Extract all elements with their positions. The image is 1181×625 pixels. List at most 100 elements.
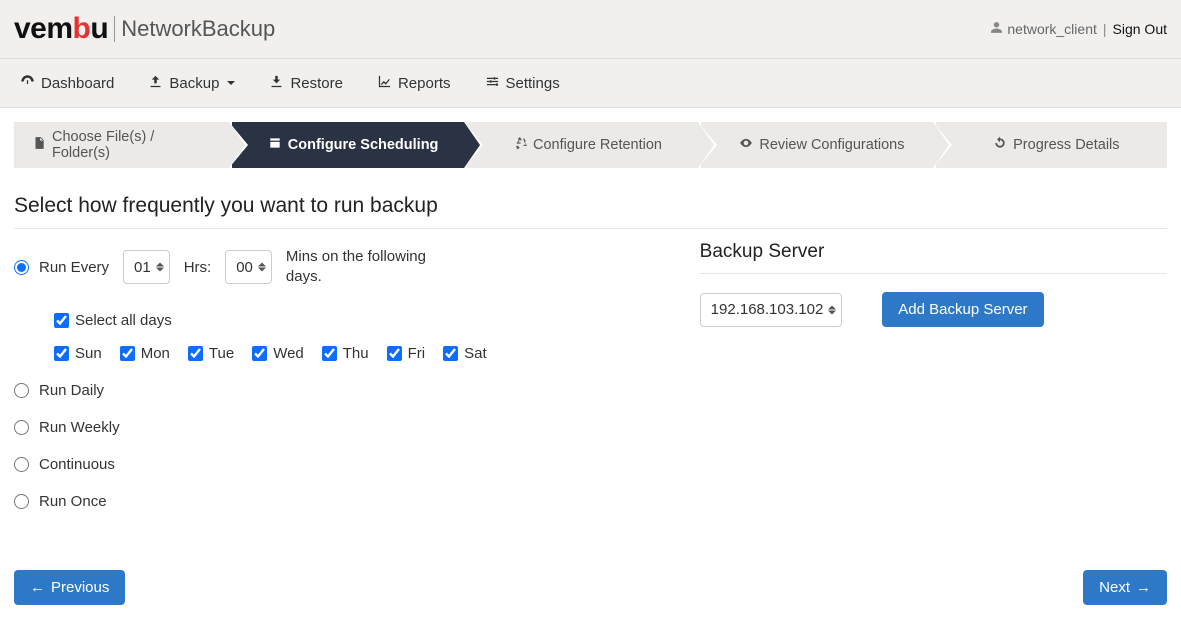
mins-value: 00 [236, 259, 253, 276]
continuous-label: Continuous [39, 456, 115, 473]
checkbox-select-all[interactable] [54, 313, 69, 328]
option-run-daily[interactable]: Run Daily [14, 372, 660, 409]
radio-continuous[interactable] [14, 457, 29, 472]
day-fri[interactable]: Fri [387, 345, 426, 362]
option-run-every[interactable]: Run Every [14, 249, 109, 286]
radio-run-weekly[interactable] [14, 420, 29, 435]
step-progress-details[interactable]: Progress Details [936, 122, 1167, 168]
calendar-icon [268, 136, 282, 154]
spinner-icon [258, 263, 266, 272]
step-choose-files[interactable]: Choose File(s) / Folder(s) [14, 122, 229, 168]
user-divider: | [1103, 21, 1107, 37]
backup-server-value: 192.168.103.102 [711, 301, 824, 318]
day-sun-label: Sun [75, 345, 102, 362]
hrs-label: Hrs: [184, 259, 212, 276]
checkbox-sun[interactable] [54, 346, 69, 361]
mins-select[interactable]: 00 [225, 250, 272, 284]
step-retention-label: Configure Retention [533, 137, 662, 153]
run-once-label: Run Once [39, 493, 107, 510]
file-icon [32, 136, 46, 154]
sliders-icon [485, 74, 500, 93]
chart-icon [377, 74, 392, 93]
checkbox-tue[interactable] [188, 346, 203, 361]
step-configure-scheduling[interactable]: Configure Scheduling [232, 122, 463, 168]
day-thu-label: Thu [343, 345, 369, 362]
radio-run-every[interactable] [14, 260, 29, 275]
add-backup-server-label: Add Backup Server [898, 301, 1027, 318]
checkbox-mon[interactable] [120, 346, 135, 361]
nav-reports-label: Reports [398, 75, 451, 92]
day-sat[interactable]: Sat [443, 345, 487, 362]
checkbox-wed[interactable] [252, 346, 267, 361]
day-thu[interactable]: Thu [322, 345, 369, 362]
previous-button[interactable]: ← Previous [14, 570, 125, 605]
radio-run-once[interactable] [14, 494, 29, 509]
schedule-panel: Run Every 01 Hrs: 00 Mins on the followi… [14, 241, 660, 520]
option-continuous[interactable]: Continuous [14, 446, 660, 483]
refresh-icon [993, 136, 1007, 154]
hours-select[interactable]: 01 [123, 250, 170, 284]
username-label: network_client [1007, 21, 1097, 37]
logo[interactable]: vembu NetworkBackup [14, 12, 275, 46]
step-configure-retention[interactable]: Configure Retention [467, 122, 698, 168]
nav-reports[interactable]: Reports [371, 66, 457, 101]
spinner-icon [156, 263, 164, 272]
wizard-steps: Choose File(s) / Folder(s) Configure Sch… [0, 108, 1181, 168]
logo-divider [114, 16, 115, 42]
checkbox-sat[interactable] [443, 346, 458, 361]
arrow-right-icon: → [1136, 579, 1151, 596]
user-icon [990, 21, 1003, 37]
mins-text: Mins on the following days. [286, 247, 436, 288]
step-choose-label: Choose File(s) / Folder(s) [52, 129, 205, 161]
day-mon-label: Mon [141, 345, 170, 362]
arrow-left-icon: ← [30, 579, 45, 596]
day-mon[interactable]: Mon [120, 345, 170, 362]
backup-server-title: Backup Server [700, 241, 1167, 274]
select-all-days[interactable]: Select all days [54, 312, 172, 329]
next-button[interactable]: Next → [1083, 570, 1167, 605]
nav-backup[interactable]: Backup [142, 66, 241, 101]
topbar: vembu NetworkBackup network_client | Sig… [0, 0, 1181, 59]
previous-label: Previous [51, 579, 109, 596]
nav-dashboard-label: Dashboard [41, 75, 114, 92]
nav-settings[interactable]: Settings [479, 66, 566, 101]
nav-dashboard[interactable]: Dashboard [14, 66, 120, 101]
logo-text: vembu [14, 12, 108, 46]
upload-icon [148, 74, 163, 93]
option-run-weekly[interactable]: Run Weekly [14, 409, 660, 446]
signout-link[interactable]: Sign Out [1113, 21, 1167, 37]
day-tue[interactable]: Tue [188, 345, 234, 362]
select-all-label: Select all days [75, 312, 172, 329]
recycle-icon [513, 136, 527, 154]
day-sun[interactable]: Sun [54, 345, 102, 362]
step-review-config[interactable]: Review Configurations [701, 122, 932, 168]
backup-server-select[interactable]: 192.168.103.102 [700, 293, 843, 327]
step-progress-label: Progress Details [1013, 137, 1119, 153]
day-wed[interactable]: Wed [252, 345, 304, 362]
day-tue-label: Tue [209, 345, 234, 362]
run-weekly-label: Run Weekly [39, 419, 120, 436]
nav-restore-label: Restore [290, 75, 343, 92]
step-schedule-label: Configure Scheduling [288, 137, 439, 153]
option-run-once[interactable]: Run Once [14, 483, 660, 520]
spinner-icon [828, 305, 836, 314]
footer-buttons: ← Previous Next → [0, 540, 1181, 623]
run-daily-label: Run Daily [39, 382, 104, 399]
chevron-down-icon [227, 81, 235, 85]
add-backup-server-button[interactable]: Add Backup Server [882, 292, 1043, 327]
days-row: Sun Mon Tue Wed Thu Fri Sat [54, 335, 660, 372]
backup-server-panel: Backup Server 192.168.103.102 Add Backup… [700, 241, 1167, 520]
dashboard-icon [20, 74, 35, 93]
logo-u: u [90, 12, 108, 46]
next-label: Next [1099, 579, 1130, 596]
page-title: Select how frequently you want to run ba… [14, 180, 1167, 229]
radio-run-daily[interactable] [14, 383, 29, 398]
nav-backup-label: Backup [169, 75, 219, 92]
nav-restore[interactable]: Restore [263, 66, 349, 101]
checkbox-thu[interactable] [322, 346, 337, 361]
logo-b: b [73, 12, 91, 46]
run-every-label: Run Every [39, 259, 109, 276]
logo-vem: vem [14, 12, 73, 46]
hours-value: 01 [134, 259, 151, 276]
checkbox-fri[interactable] [387, 346, 402, 361]
